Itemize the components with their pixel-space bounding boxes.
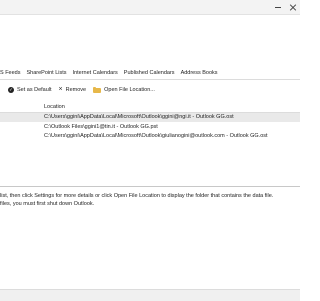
tab-address-books[interactable]: Address Books — [178, 67, 221, 79]
info-line-2: files, you must first shut down Outlook. — [0, 201, 95, 207]
set-as-default-button[interactable]: ✓ Set as Default — [8, 87, 52, 93]
data-file-row[interactable]: C:\Outlook Files\ggini1@tin.it - Outlook… — [0, 123, 300, 132]
data-file-location: C:\Users\ggini\AppData\Local\Microsoft\O… — [44, 133, 268, 139]
data-files-toolbar: ✓ Set as Default × Remove Open File Loca… — [0, 84, 300, 96]
remove-x-icon: × — [58, 86, 63, 93]
close-icon[interactable] — [288, 2, 298, 12]
data-file-location: C:\Outlook Files\ggini1@tin.it - Outlook… — [44, 124, 158, 130]
window-title-bar — [0, 0, 300, 15]
check-circle-icon: ✓ — [8, 87, 14, 93]
minimize-icon[interactable] — [273, 2, 283, 12]
tab-published-calendars[interactable]: Published Calendars — [121, 67, 178, 79]
open-file-location-label: Open File Location... — [104, 87, 155, 93]
info-text-panel: list, then click Settings for more detai… — [0, 186, 300, 215]
data-file-row[interactable]: C:\Users\ggini\AppData\Local\Microsoft\O… — [0, 132, 300, 141]
tab-sharepoint-lists[interactable]: SharePoint Lists — [23, 67, 69, 79]
info-line-1: list, then click Settings for more detai… — [0, 193, 274, 199]
set-as-default-label: Set as Default — [17, 87, 52, 93]
remove-label: Remove — [65, 87, 87, 93]
remove-button[interactable]: × Remove — [58, 86, 87, 93]
account-settings-tabs: S Feeds SharePoint Lists Internet Calend… — [0, 67, 300, 80]
folder-icon — [93, 87, 102, 93]
data-files-list-empty-area — [0, 142, 300, 180]
location-header-label: Location — [44, 104, 65, 110]
open-file-location-button[interactable]: Open File Location... — [93, 87, 155, 93]
tab-internet-calendars[interactable]: Internet Calendars — [70, 67, 121, 79]
data-file-location: C:\Users\ggini\AppData\Local\Microsoft\O… — [44, 114, 234, 120]
location-column-header[interactable]: Location — [0, 102, 300, 113]
data-file-row[interactable]: C:\Users\ggini\AppData\Local\Microsoft\O… — [0, 113, 300, 122]
tab-rss-feeds[interactable]: S Feeds — [0, 67, 23, 79]
bottom-bar — [0, 289, 300, 301]
